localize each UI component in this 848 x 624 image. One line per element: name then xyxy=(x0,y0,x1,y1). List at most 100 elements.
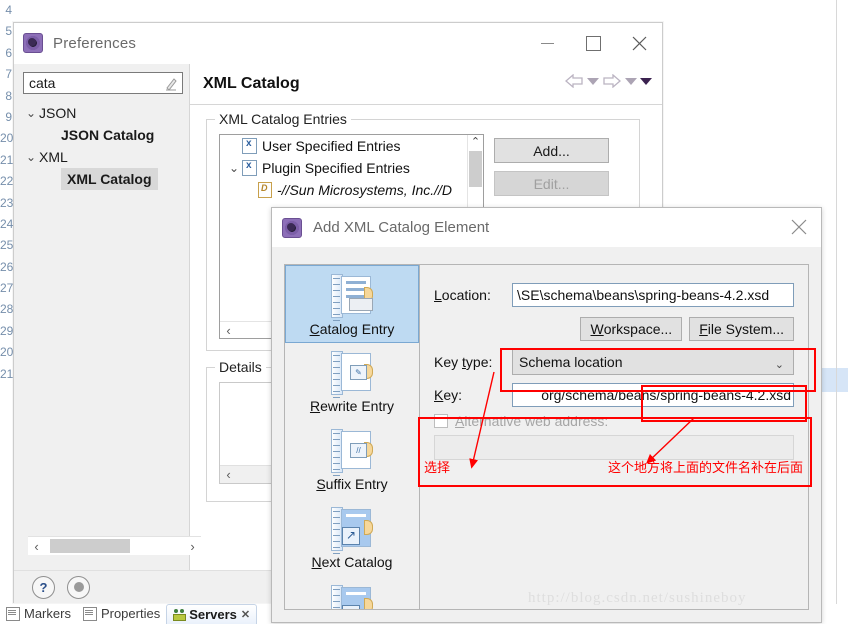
list-item[interactable]: -//Sun Microsystems, Inc.//D xyxy=(220,179,483,201)
annotation-select-note: 选择 xyxy=(424,460,451,475)
gutter-line-number: 27 xyxy=(0,281,14,296)
minimize-button[interactable] xyxy=(524,23,570,63)
gutter-line-number: 23 xyxy=(0,195,14,210)
chevron-down-icon[interactable]: ⌄ xyxy=(226,161,242,175)
view-tab-servers-label: Servers xyxy=(189,606,237,622)
scroll-left-icon[interactable]: ‹ xyxy=(220,323,237,338)
tree-node-xml-label: XML xyxy=(39,149,68,165)
window-buttons[interactable] xyxy=(524,23,662,63)
scroll-right-icon[interactable]: › xyxy=(184,539,201,554)
preferences-tree[interactable]: ⌄ JSON JSON Catalog ⌄ XML XML Catalog xyxy=(23,102,189,190)
preferences-tree-panel: cata ⌄ JSON JSON Catalog ⌄ XML XML Catal… xyxy=(14,64,189,570)
gutter-line-number: 25 xyxy=(0,238,14,253)
gutter-line-number: 4 xyxy=(5,3,12,17)
scroll-thumb[interactable] xyxy=(50,539,130,553)
type-item-catalog-entry[interactable]: Catalog Entry xyxy=(285,265,419,343)
scroll-left-icon[interactable]: ‹ xyxy=(220,467,237,482)
gutter-line-number: 24 xyxy=(0,216,14,231)
chevron-down-icon[interactable]: ⌄ xyxy=(23,150,39,164)
dialog-body: Catalog Entry ✎ Rewrite Entry // Suffix … xyxy=(272,247,821,610)
tree-horizontal-scrollbar[interactable]: ‹ › xyxy=(28,536,201,555)
list-item-label: User Specified Entries xyxy=(262,138,401,154)
tree-item-xml-catalog[interactable]: XML Catalog xyxy=(61,168,158,190)
key-label: Key: xyxy=(434,387,463,403)
edit-button[interactable]: Edit... xyxy=(494,171,609,196)
close-icon[interactable]: ✕ xyxy=(241,608,250,621)
annotation-append-note: 这个地方将上面的文件名补在后面 xyxy=(608,460,804,475)
back-dropdown-icon[interactable] xyxy=(587,77,599,85)
tree-item-xml-catalog-label: XML Catalog xyxy=(67,171,152,187)
gutter-line-number: 5 xyxy=(5,24,12,39)
filter-input-value: cata xyxy=(29,75,56,91)
file-system-button[interactable]: File System... xyxy=(689,317,794,341)
background-divider xyxy=(836,0,837,623)
properties-icon xyxy=(82,606,97,621)
restore-defaults-icon[interactable] xyxy=(67,575,90,599)
preferences-title-label: Preferences xyxy=(53,34,137,52)
filter-input[interactable]: cata xyxy=(23,72,183,94)
tree-item-json-catalog-label: JSON Catalog xyxy=(61,127,155,143)
dialog-close-icon[interactable] xyxy=(791,219,807,235)
scroll-thumb[interactable] xyxy=(469,151,482,187)
xml-catalog-entries-legend: XML Catalog Entries xyxy=(215,111,351,127)
gutter-line-number: 9 xyxy=(5,109,12,124)
catalog-entry-icon xyxy=(329,274,375,321)
scroll-up-icon[interactable]: ⌃ xyxy=(468,135,483,149)
type-item-catalog-entry-label: Catalog Entry xyxy=(309,321,395,337)
alternative-web-address-label: Alternative web address: xyxy=(455,413,609,429)
gutter-line-number: 22 xyxy=(0,174,14,189)
location-input[interactable]: \SE\schema\beans\spring-beans-4.2.xsd xyxy=(512,283,794,307)
gutter-line-number: 21 xyxy=(0,152,14,167)
list-item[interactable]: User Specified Entries xyxy=(220,135,483,157)
servers-icon xyxy=(173,608,187,621)
editor-gutter: 4 5 6 7 8 9 20 21 22 23 24 25 26 27 28 29 20 21 xyxy=(0,0,13,600)
type-item-rewrite-entry[interactable]: ✎ Rewrite Entry xyxy=(285,343,419,421)
list-item[interactable]: ⌄ Plugin Specified Entries xyxy=(220,157,483,179)
chevron-down-icon[interactable]: ⌄ xyxy=(23,106,39,120)
forward-dropdown-icon[interactable] xyxy=(625,77,637,85)
forward-arrow-icon[interactable] xyxy=(602,74,622,88)
page-navigation[interactable] xyxy=(564,74,652,88)
marker-icon xyxy=(6,606,20,621)
scroll-left-icon[interactable]: ‹ xyxy=(28,539,45,554)
key-type-row: Key type: Schema location ⌄ xyxy=(434,349,794,375)
delegate-catalog-icon: ↗ xyxy=(329,585,375,609)
page-header: XML Catalog xyxy=(190,64,662,105)
rewrite-entry-icon: ✎ xyxy=(329,351,375,398)
view-tab-properties[interactable]: Properties xyxy=(77,604,166,623)
dialog-form: Location: \SE\schema\beans\spring-beans-… xyxy=(420,264,809,610)
watermark: http://blog.csdn.net/sushineboy xyxy=(528,590,747,606)
type-item-delegate-catalog[interactable]: ↗ xyxy=(285,577,419,609)
help-button[interactable]: ? xyxy=(32,575,55,599)
add-button-label: Add... xyxy=(533,142,570,159)
gutter-line-number: 7 xyxy=(5,67,12,82)
preferences-titlebar: Preferences xyxy=(14,23,662,64)
type-item-suffix-entry-label: Suffix Entry xyxy=(316,476,388,492)
maximize-button[interactable] xyxy=(570,23,616,63)
type-item-suffix-entry[interactable]: // Suffix Entry xyxy=(285,421,419,499)
tree-node-json[interactable]: ⌄ JSON xyxy=(23,102,189,124)
type-item-next-catalog[interactable]: ↗ Next Catalog xyxy=(285,499,419,577)
alternative-web-address-checkbox[interactable] xyxy=(434,414,448,428)
view-tab-servers[interactable]: Servers ✕ xyxy=(166,603,258,624)
view-menu-icon[interactable] xyxy=(640,77,652,85)
tree-item-json-catalog[interactable]: JSON Catalog xyxy=(23,124,189,146)
add-button[interactable]: Add... xyxy=(494,138,609,163)
alternative-web-address-row[interactable]: Alternative web address: xyxy=(434,413,794,429)
tree-node-xml[interactable]: ⌄ XML xyxy=(23,146,189,168)
key-type-select[interactable]: Schema location ⌄ xyxy=(512,349,794,375)
workspace-button[interactable]: Workspace... xyxy=(580,317,683,341)
clear-filter-icon[interactable] xyxy=(164,77,177,91)
tree-node-json-label: JSON xyxy=(39,105,77,121)
key-type-label: Key type: xyxy=(434,354,493,370)
view-tab-markers[interactable]: Markers xyxy=(0,604,77,623)
location-buttons: Workspace... File System... xyxy=(434,317,794,341)
close-button[interactable] xyxy=(616,23,662,63)
gutter-line-number: 6 xyxy=(5,45,12,60)
catalog-element-type-list[interactable]: Catalog Entry ✎ Rewrite Entry // Suffix … xyxy=(284,264,420,610)
gutter-line-number: 8 xyxy=(5,88,12,103)
xml-catalog-icon xyxy=(242,160,257,176)
key-input[interactable]: org/schema/beans/spring-beans-4.2.xsd xyxy=(512,383,794,407)
gutter-line-number: 28 xyxy=(0,302,14,317)
back-arrow-icon[interactable] xyxy=(564,74,584,88)
